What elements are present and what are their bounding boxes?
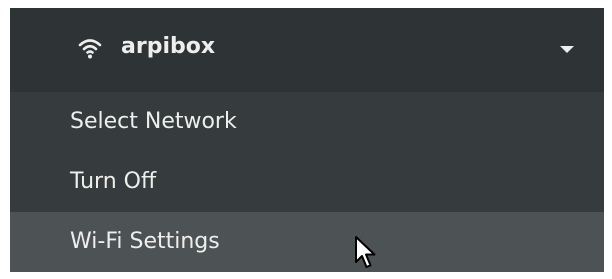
menu-item-label: Turn Off [70, 169, 157, 194]
mouse-pointer-icon [355, 236, 376, 268]
menu-item-label: Select Network [70, 109, 237, 134]
menu-item-select-network[interactable]: Select Network [10, 92, 604, 152]
wifi-icon [78, 39, 102, 59]
chevron-down-icon[interactable] [560, 45, 574, 54]
menu-item-wifi-settings[interactable]: Wi-Fi Settings [10, 212, 604, 272]
menu-item-turn-off[interactable]: Turn Off [10, 152, 604, 212]
wifi-menu: arpibox Select Network Turn Off Wi-Fi Se… [10, 8, 604, 272]
menu-item-label: Wi-Fi Settings [70, 229, 220, 254]
wifi-network-header[interactable]: arpibox [10, 8, 604, 92]
network-name: arpibox [121, 34, 216, 59]
